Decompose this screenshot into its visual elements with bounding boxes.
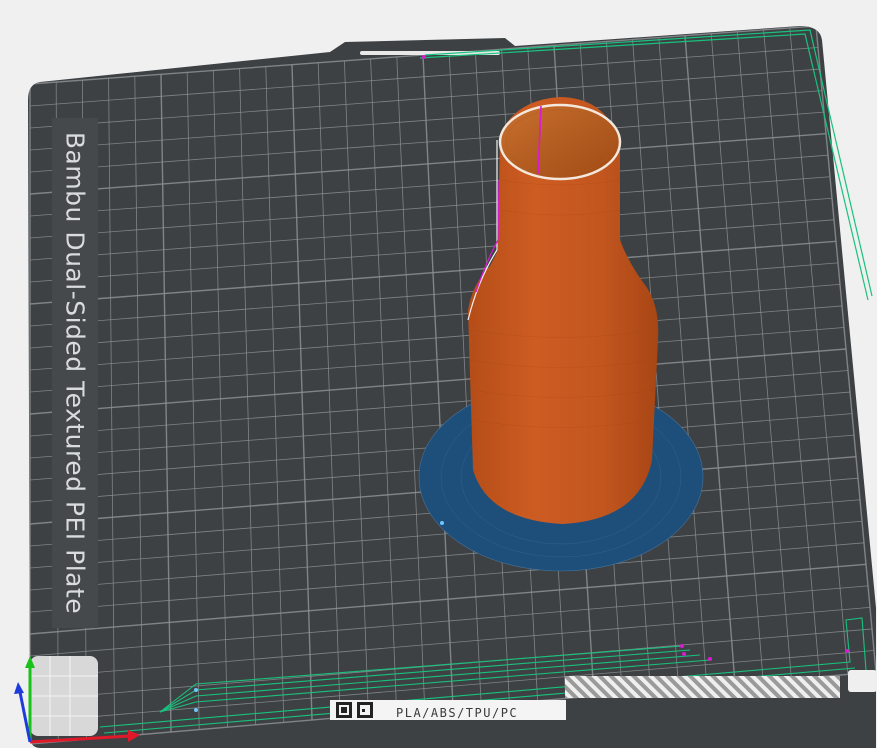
filament-type-label: PLA/ABS/TPU/PC [396,706,519,720]
bottle-opening [498,103,622,181]
seam-marker [422,55,426,59]
plate-hazard-strip [565,676,840,698]
plate-corner-tab [848,670,877,692]
plate-label-bg [52,118,98,628]
build-plate-scene[interactable] [0,0,877,748]
3d-preview-viewport[interactable]: Bambu Dual-Sided Textured PEI Plate PLA/… [0,0,877,748]
